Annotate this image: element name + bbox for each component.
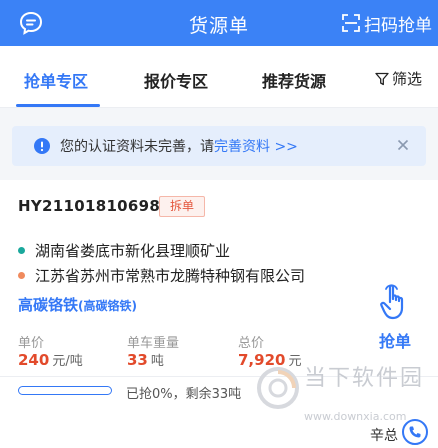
tab-bar: 抢单专区 报价专区 推荐货源 筛选 (0, 46, 438, 108)
scan-icon (342, 14, 360, 32)
route-origin: 湖南省娄底市新化县理顺矿业 (18, 240, 230, 261)
split-order-badge: 拆单 (159, 196, 205, 217)
goods-sub: (高碳铬铁) (78, 299, 137, 313)
notice-area: 您的认证资料未完善，请完善资料 >> (0, 108, 438, 180)
grab-progress-text: 已抢0%，剩余33吨 (126, 387, 242, 402)
scan-grab-button[interactable]: 扫码抢单 (342, 10, 432, 36)
truck-weight: 33 吨 (127, 350, 164, 369)
total-price-label: 总价 (238, 336, 265, 351)
grab-label: 抢单 (378, 332, 411, 351)
unit-price-unit: 元/吨 (52, 354, 83, 369)
destination-address: 江苏省苏州市常熟市龙腾特种钢有限公司 (35, 267, 306, 285)
call-button[interactable] (402, 419, 428, 445)
destination-dot-icon (18, 272, 25, 279)
contact-name: 辛总 (370, 428, 398, 444)
grab-order-button[interactable]: 抢单 (370, 282, 420, 352)
truck-weight-label: 单车重量 (127, 336, 180, 351)
truck-weight-unit: 吨 (150, 354, 164, 369)
close-icon[interactable] (394, 136, 412, 154)
goods-main: 高碳铬铁 (18, 296, 79, 314)
scan-label: 扫码抢单 (364, 15, 432, 36)
verification-notice: 您的认证资料未完善，请完善资料 >> (12, 126, 426, 166)
notice-text: 您的认证资料未完善，请完善资料 >> (60, 136, 298, 156)
hand-pointer-icon (380, 284, 404, 320)
watermark-url: www.downxia.com (304, 410, 407, 423)
unit-price-value: 240 (18, 351, 50, 369)
filter-label: 筛选 (391, 70, 422, 88)
route-destination: 江苏省苏州市常熟市龙腾特种钢有限公司 (18, 265, 305, 286)
page: 货源单 扫码抢单 抢单专区 报价专区 推荐货源 筛选 您的认证资料未完善，请完善… (0, 0, 438, 448)
tab-recommended[interactable]: 推荐货源 (262, 68, 326, 92)
tab-quote-zone[interactable]: 报价专区 (144, 68, 208, 92)
notice-message: 您的认证资料未完善，请 (60, 139, 214, 155)
order-card[interactable]: HY211018106980 拆单 湖南省娄底市新化县理顺矿业 江苏省苏州市常熟… (0, 180, 438, 448)
watermark-text: 当下软件园 (304, 366, 425, 391)
phone-icon (409, 426, 421, 438)
tab-grab-zone[interactable]: 抢单专区 (24, 68, 88, 92)
origin-address: 湖南省娄底市新化县理顺矿业 (35, 242, 231, 260)
complete-profile-link[interactable]: 完善资料 >> (214, 139, 298, 155)
order-id: HY211018106980 (18, 197, 171, 215)
filter-button[interactable]: 筛选 (375, 68, 422, 89)
info-icon (34, 138, 50, 154)
filter-icon (375, 72, 389, 85)
truck-weight-value: 33 (127, 351, 148, 369)
active-tab-indicator (16, 104, 100, 107)
watermark-logo-icon (257, 367, 299, 409)
header-bar: 货源单 扫码抢单 (0, 0, 438, 46)
unit-price-label: 单价 (18, 336, 45, 351)
grab-progress-bar (18, 386, 112, 395)
origin-dot-icon (18, 247, 25, 254)
goods-name: 高碳铬铁(高碳铬铁) (18, 294, 137, 315)
unit-price: 240 元/吨 (18, 350, 83, 369)
